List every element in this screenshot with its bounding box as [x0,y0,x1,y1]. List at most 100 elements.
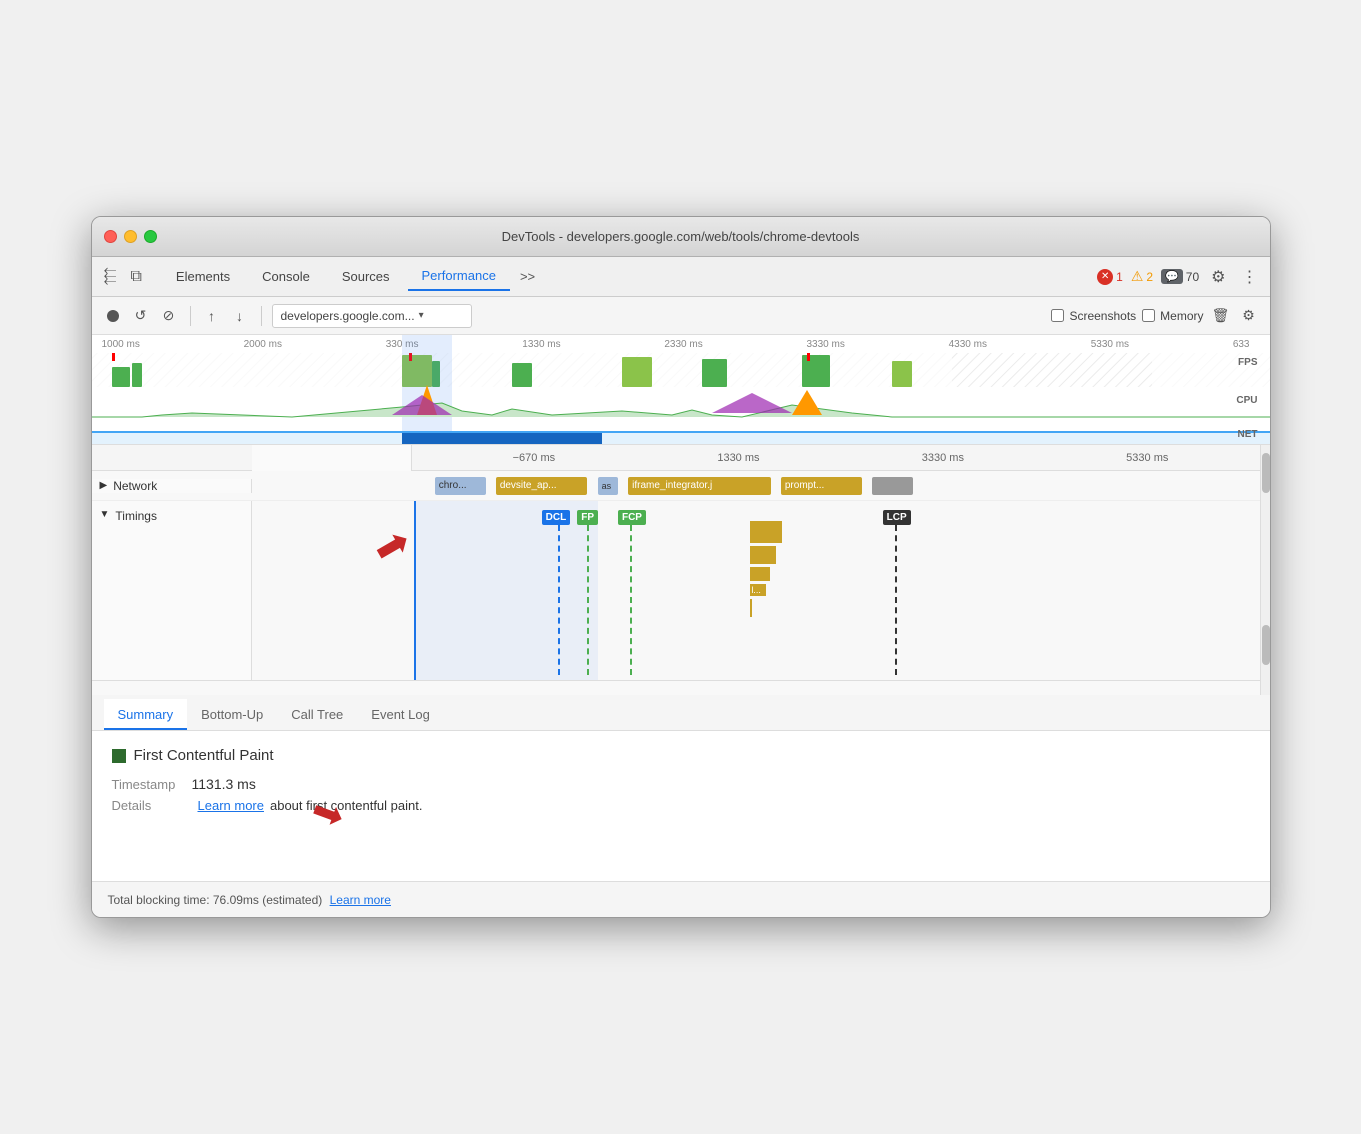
screenshots-checkbox[interactable] [1051,309,1064,322]
fp-marker: FP [577,507,598,675]
timings-label-text: Timings [115,509,157,523]
summary-content: First Contentful Paint Timestamp 1131.3 … [92,731,1270,881]
tab-sources[interactable]: Sources [328,263,404,290]
more-icon[interactable]: ⋮ [1238,263,1262,291]
toolbar-settings-icon[interactable]: ⚙ [1238,305,1260,327]
fps-cpu-net-chart [92,335,1270,445]
trash-button[interactable]: 🗑 [1210,305,1232,327]
ts-0: −670 ms [513,452,556,464]
net-bar-0: chro... [435,477,486,495]
net-label: NET [1238,429,1258,440]
red-arrow-timings: ➡ [364,515,419,575]
record-button[interactable] [102,305,124,327]
dcl-marker: DCL [542,507,571,675]
fcp-marker: FCP [618,507,646,675]
minimize-button[interactable] [124,230,137,243]
error-badge: ✕ 1 [1097,269,1123,285]
reload-record-button[interactable]: ↺ [130,305,152,327]
titlebar: DevTools - developers.google.com/web/too… [92,217,1270,257]
btab-bottomup[interactable]: Bottom-Up [187,699,277,730]
toolbar-sep-1 [190,306,191,326]
net-bar-1: devsite_ap... [496,477,588,495]
scrollbar-thumb-top[interactable] [1262,453,1270,493]
fp-dashed-line [587,525,598,675]
performance-toolbar: ↺ ⊘ ↑ ↓ developers.google.com... ▾ Scree… [92,297,1270,335]
network-row: ▶ Network chro... devsite_ap... as ifram… [92,471,1270,501]
tabbar: ⬱ ⧉ Elements Console Sources Performance… [92,257,1270,297]
timings-row-label: ▼ Timings [92,501,252,680]
scrollbar-thumb-bot[interactable] [1262,625,1270,665]
tabbar-nav: ⬱ ⧉ [100,264,146,290]
btab-calltree[interactable]: Call Tree [277,699,357,730]
lcp-bar-1 [750,521,782,543]
inspect-icon[interactable]: ⧉ [126,264,145,290]
btab-summary[interactable]: Summary [104,699,188,730]
dcl-dashed-line [558,525,571,675]
status-text: Total blocking time: 76.09ms (estimated) [108,893,323,907]
tab-console[interactable]: Console [248,263,324,290]
lcp-badge: LCP [883,510,911,525]
cursor-icon[interactable]: ⬱ [100,264,121,290]
ts-1: 1330 ms [717,452,759,464]
lcp-bar-4: l... [750,584,766,596]
toolbar-sep-2 [261,306,262,326]
net-bar-4: prompt... [781,477,862,495]
download-button[interactable]: ↓ [229,305,251,327]
lcp-bars: l... [750,521,782,617]
lcp-dashed-line [895,525,911,675]
maximize-button[interactable] [144,230,157,243]
fps-chart-area: 1000 ms 2000 ms 330 ms 1330 ms 2330 ms 3… [92,335,1270,445]
error-count: 1 [1116,270,1123,284]
cpu-label: CPU [1236,395,1257,406]
screenshots-label: Screenshots [1069,309,1136,323]
btab-eventlog[interactable]: Event Log [357,699,444,730]
lcp-marker: LCP [883,507,911,675]
fcp-color-swatch [112,749,126,763]
timestamp-label: Timestamp [112,777,192,792]
dcl-badge: DCL [542,510,571,525]
network-row-content: chro... devsite_ap... as iframe_integrat… [252,471,1270,500]
traffic-lights [104,230,157,243]
timestamp-value: 1131.3 ms [192,776,256,792]
ruler-timestamps: −670 ms 1330 ms 3330 ms 5330 ms [412,452,1270,464]
url-dropdown-icon[interactable]: ▾ [419,310,424,321]
msg-icon: 💬 [1161,269,1183,284]
clear-button[interactable]: ⊘ [158,305,180,327]
upload-button[interactable]: ↑ [201,305,223,327]
warn-icon: ⚠ [1131,268,1144,285]
settings-icon[interactable]: ⚙ [1207,263,1229,291]
tab-elements[interactable]: Elements [162,263,244,290]
network-row-label: ▶ Network [92,479,252,493]
timings-expand-icon[interactable]: ▼ [100,509,110,520]
url-text: developers.google.com... [281,309,415,323]
fp-badge: FP [577,510,598,525]
status-bar: Total blocking time: 76.09ms (estimated)… [92,881,1270,917]
screenshots-checkbox-label[interactable]: Screenshots [1051,309,1136,323]
close-button[interactable] [104,230,117,243]
tab-performance[interactable]: Performance [408,262,510,291]
timestamp-row: Timestamp 1131.3 ms [112,776,1250,792]
ruler-spacer [252,445,412,471]
status-learn-more[interactable]: Learn more [330,893,391,907]
msg-badge: 💬 70 [1161,269,1199,284]
timings-row-content: ➡ DCL FP FCP LCP [252,501,1270,680]
tabbar-right: ✕ 1 ⚠ 2 💬 70 ⚙ ⋮ [1097,263,1261,291]
memory-checkbox-label[interactable]: Memory [1142,309,1203,323]
network-expand-icon[interactable]: ▶ [100,480,108,491]
fcp-title: First Contentful Paint [112,747,1250,764]
warn-badge: ⚠ 2 [1131,268,1153,285]
net-bar-5 [872,477,913,495]
memory-checkbox[interactable] [1142,309,1155,322]
timeline-scrollbar[interactable] [1260,445,1270,695]
ts-2: 3330 ms [922,452,964,464]
details-label: Details [112,798,192,813]
memory-label: Memory [1160,309,1203,323]
learn-more-link[interactable]: Learn more [198,798,264,813]
devtools-window: DevTools - developers.google.com/web/too… [91,216,1271,918]
net-bar-3: iframe_integrator.j [628,477,771,495]
fcp-title-text: First Contentful Paint [134,747,274,764]
warn-count: 2 [1146,270,1153,284]
tab-more[interactable]: >> [514,265,541,288]
fcp-dashed-line [630,525,646,675]
url-bar: developers.google.com... ▾ [272,304,472,328]
